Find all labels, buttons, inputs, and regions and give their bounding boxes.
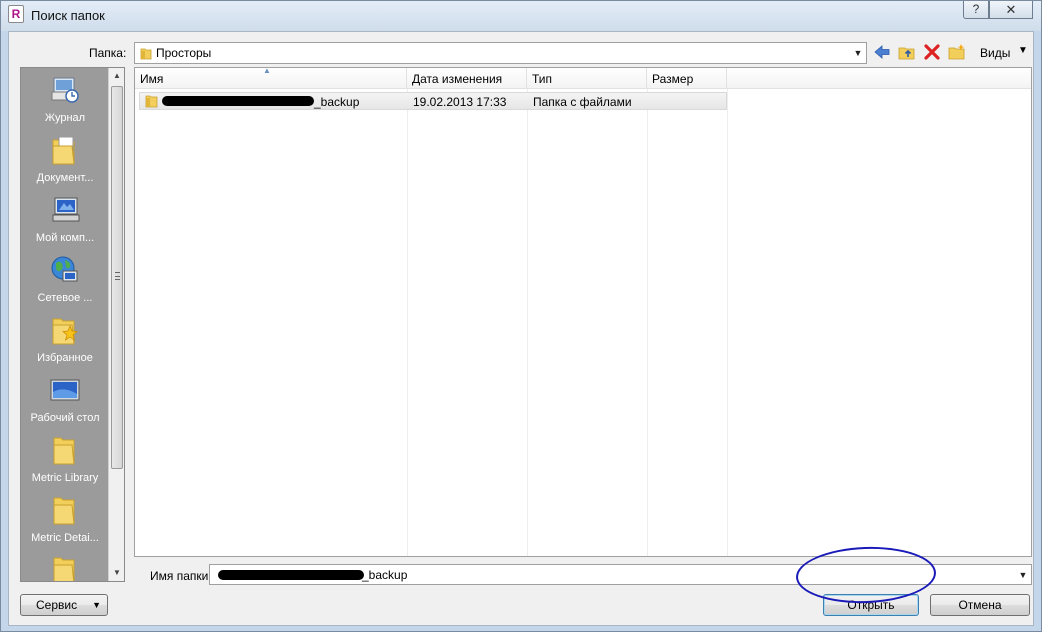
place-desktop[interactable]: Рабочий стол [21, 370, 109, 430]
chevron-down-icon[interactable]: ▼ [1017, 568, 1029, 582]
place-documents[interactable]: Документ... [21, 130, 109, 190]
up-folder-icon[interactable] [898, 43, 916, 61]
favorites-icon [52, 318, 78, 345]
column-header-date[interactable]: Дата изменения [407, 68, 527, 89]
title-bar: R Поиск папок ? ✕ [1, 1, 1041, 31]
revit-app-icon: R [8, 5, 24, 23]
my-computer-icon [52, 197, 80, 222]
network-icon [51, 256, 78, 282]
scrollbar-thumb[interactable] [111, 86, 123, 469]
documents-folder-icon [52, 136, 75, 165]
place-metric-library[interactable]: Metric Library [21, 430, 109, 490]
place-my-computer[interactable]: Мой комп... [21, 190, 109, 250]
place-label: Мой комп... [35, 232, 95, 244]
place-network[interactable]: Сетевое ... [21, 250, 109, 310]
sort-ascending-icon: ▲ [263, 67, 271, 75]
folder-icon [53, 437, 75, 465]
folder-name-value: _backup [362, 568, 408, 582]
place-label: Metric Detai... [31, 532, 99, 544]
column-header-label: Имя [140, 72, 164, 86]
lookin-value: Просторы [156, 46, 212, 60]
folder-icon [140, 48, 152, 60]
place-label: Журнал [44, 112, 86, 124]
chevron-down-icon: ▼ [92, 600, 101, 610]
folder-icon [145, 95, 158, 108]
dialog-body: Папка: Просторы ▼ Виды ▼ Журнал Документ… [8, 31, 1034, 626]
help-button[interactable]: ? [963, 1, 989, 19]
row-date: 19.02.2013 17:33 [413, 95, 507, 109]
place-metric-detail[interactable]: Metric Detai... [21, 490, 109, 550]
table-row[interactable]: _backup 19.02.2013 17:33 Папка с файлами [139, 92, 727, 110]
place-label: Документ... [36, 172, 94, 184]
scroll-up-icon[interactable]: ▲ [109, 68, 124, 84]
close-button[interactable]: ✕ [989, 1, 1033, 19]
new-folder-icon[interactable] [948, 43, 966, 61]
history-icon [51, 77, 79, 103]
place-folder[interactable] [21, 550, 109, 581]
place-history[interactable]: Журнал [21, 70, 109, 130]
redacted-text [162, 96, 314, 106]
chevron-down-icon[interactable]: ▼ [1018, 45, 1028, 56]
delete-icon[interactable] [923, 43, 941, 61]
cancel-button[interactable]: Отмена [930, 594, 1030, 616]
desktop-icon [50, 379, 80, 401]
back-arrow-icon[interactable] [873, 43, 891, 61]
places-scrollbar[interactable]: ▲ ▼ [108, 68, 124, 581]
lookin-label: Папка: [89, 46, 127, 60]
place-label: Сетевое ... [37, 292, 93, 304]
service-button[interactable]: Сервис ▼ [20, 594, 108, 616]
redacted-text [218, 570, 364, 580]
place-favorites[interactable]: Избранное [21, 310, 109, 370]
row-type: Папка с файлами [533, 95, 632, 109]
file-list[interactable]: Имя ▲ Дата изменения Тип Размер _backup … [134, 67, 1032, 557]
window-title: Поиск папок [31, 8, 105, 23]
chevron-down-icon[interactable]: ▼ [852, 46, 864, 60]
folder-icon [53, 557, 75, 581]
folder-icon [53, 497, 75, 525]
column-header-size[interactable]: Размер [647, 68, 727, 89]
scroll-down-icon[interactable]: ▼ [109, 565, 124, 581]
views-menu-button[interactable]: Виды [980, 46, 1010, 60]
column-header-name[interactable]: Имя ▲ [135, 68, 407, 89]
place-label: Избранное [37, 352, 93, 364]
folder-name-label: Имя папки: [150, 569, 212, 583]
row-name: _backup [314, 95, 360, 109]
places-bar: Журнал Документ... Мой комп... Сетевое .… [20, 67, 125, 582]
lookin-dropdown[interactable]: Просторы ▼ [134, 42, 867, 64]
column-header-filler [727, 68, 1031, 89]
service-button-label: Сервис [36, 598, 78, 612]
column-header-type[interactable]: Тип [527, 68, 647, 89]
place-label: Рабочий стол [30, 412, 100, 424]
place-label: Metric Library [31, 472, 99, 484]
folder-browser-dialog: R Поиск папок ? ✕ Папка: Просторы ▼ Виды… [0, 0, 1042, 632]
